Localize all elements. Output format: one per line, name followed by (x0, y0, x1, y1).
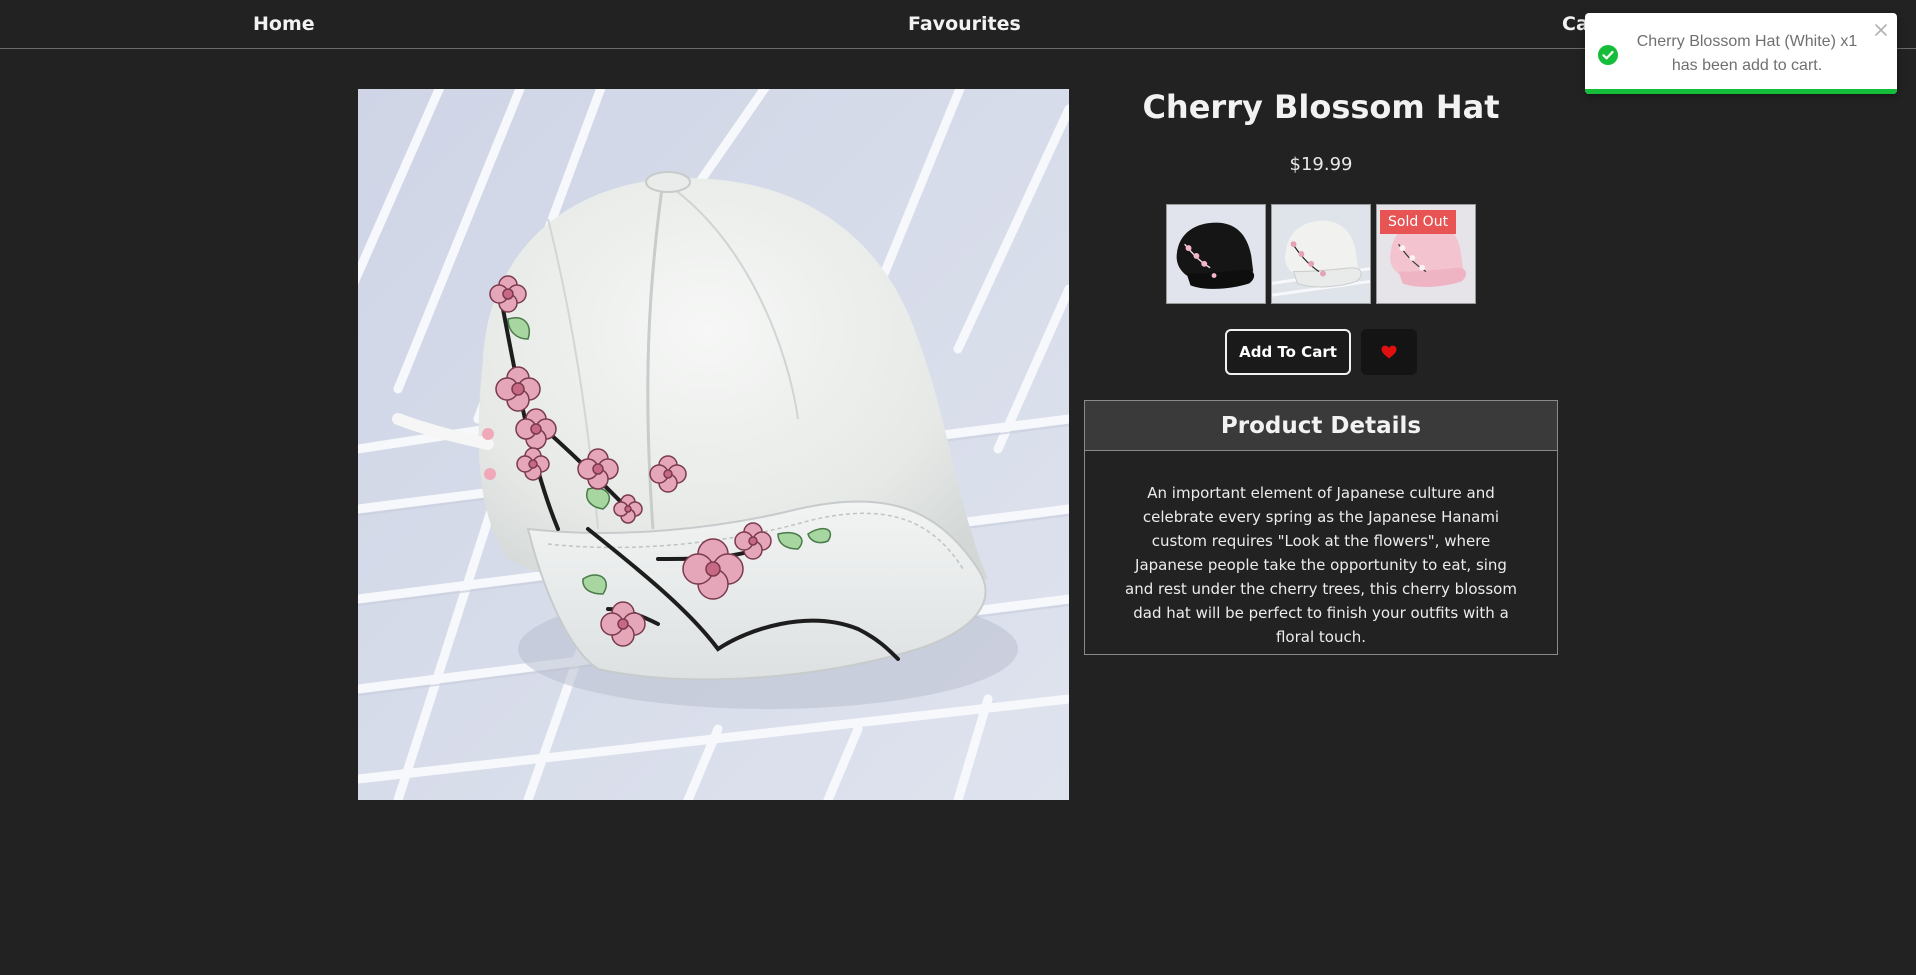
nav-home-link[interactable]: Home (253, 13, 315, 35)
toast-message: Cherry Blossom Hat (White) x1 has been a… (1636, 33, 1858, 74)
product-details-heading: Product Details (1085, 401, 1557, 451)
product-details-panel: Product Details An important element of … (1084, 400, 1558, 655)
product-description: An important element of Japanese culture… (1125, 484, 1517, 646)
black-hat-thumbnail (1167, 205, 1265, 303)
toast-progress-bar (1585, 89, 1897, 94)
white-hat-photo (358, 89, 1069, 800)
variant-thumbnail-white[interactable] (1271, 204, 1371, 304)
favourite-button[interactable] (1361, 329, 1417, 375)
close-icon[interactable] (1874, 23, 1888, 37)
product-main-image (358, 89, 1069, 800)
white-hat-thumbnail (1272, 205, 1370, 303)
variant-thumbnail-pink[interactable]: Sold Out (1376, 204, 1476, 304)
product-title: Cherry Blossom Hat (1142, 88, 1500, 126)
nav-favourites-link[interactable]: Favourites (908, 13, 1021, 35)
sold-out-badge: Sold Out (1380, 210, 1457, 234)
variant-thumbnail-black[interactable] (1166, 204, 1266, 304)
product-price: $19.99 (1289, 154, 1353, 175)
cart-toast-notification: Cherry Blossom Hat (White) x1 has been a… (1585, 13, 1897, 94)
check-circle-icon (1598, 45, 1618, 65)
heart-icon (1381, 345, 1397, 359)
add-to-cart-button[interactable]: Add To Cart (1225, 329, 1351, 375)
